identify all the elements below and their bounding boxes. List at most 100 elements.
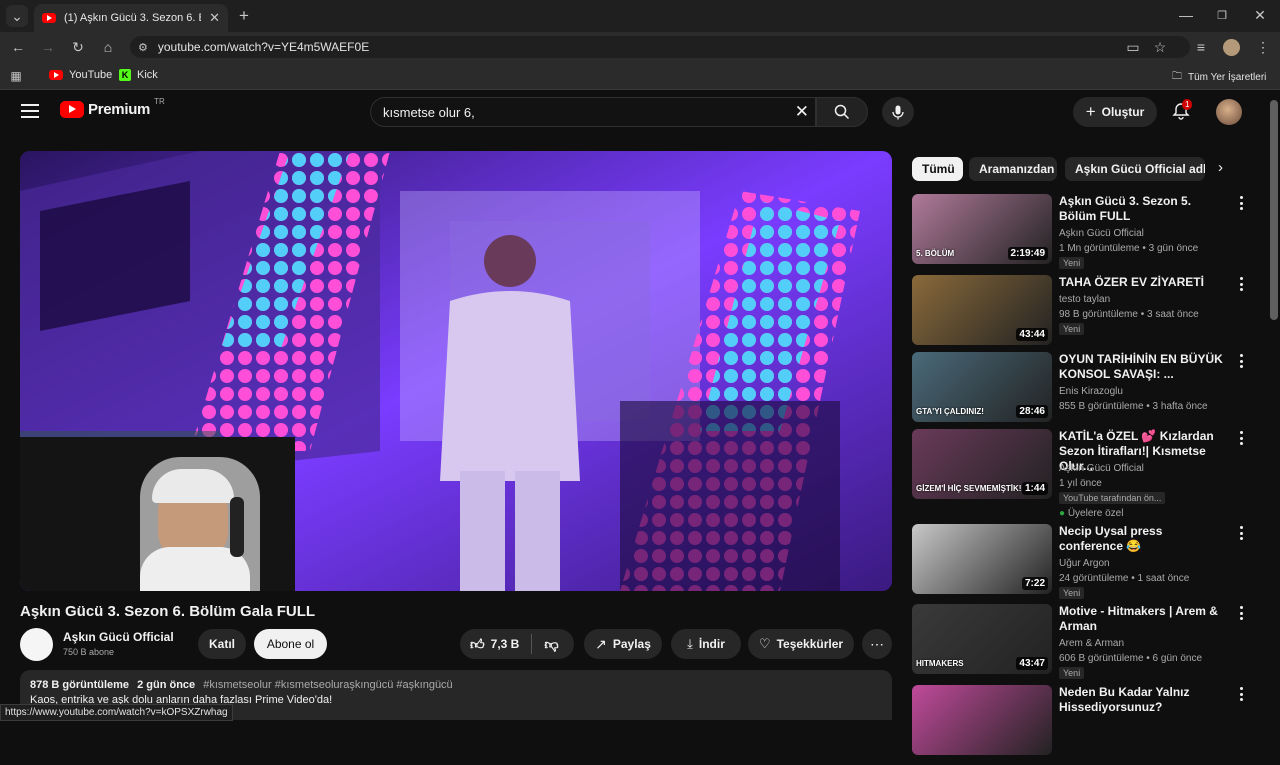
recommendation-card[interactable]: HITMAKERS 43:47 Motive - Hitmakers | Arem …	[912, 604, 1252, 684]
webcam-overlay	[20, 437, 295, 591]
recommendation-thumbnail[interactable]: GTA'YI ÇALDINIZ! 28:46	[912, 352, 1052, 422]
recommendation-thumbnail[interactable]: 7:22	[912, 524, 1052, 594]
apps-grid-icon[interactable]: ▦	[5, 65, 27, 87]
webcam-cap	[152, 469, 234, 503]
notifications-button[interactable]: 1	[1172, 99, 1193, 122]
recommendation-title[interactable]: OYUN TARİHİNİN EN BÜYÜK KONSOL SAVAŞI: .…	[1059, 352, 1229, 382]
minimize-icon[interactable]: —	[1175, 4, 1197, 26]
recommendation-title[interactable]: Aşkın Gücü 3. Sezon 5. Bölüm FULL	[1059, 194, 1229, 224]
recommendation-title[interactable]: Motive - Hitmakers | Arem & Arman	[1059, 604, 1229, 634]
thanks-button[interactable]: ♡ Teşekkürler	[748, 629, 854, 659]
bookmark-youtube[interactable]: YouTube	[49, 69, 112, 81]
maximize-icon[interactable]: ❐	[1211, 4, 1233, 26]
thanks-heart-icon: ♡	[758, 636, 771, 651]
video-title: Aşkın Gücü 3. Sezon 6. Bölüm Gala FULL	[20, 603, 316, 620]
url-field[interactable]: ⚙ youtube.com/watch?v=YE4m5WAEF0E	[130, 36, 1190, 58]
link-status-url: https://www.youtube.com/watch?v=kOPSXZrw…	[0, 704, 233, 721]
logo-region: TR	[154, 97, 165, 106]
chip-channel[interactable]: Aşkın Gücü Official adlı y	[1065, 157, 1205, 181]
members-icon: ●	[1059, 508, 1066, 519]
plus-icon: +	[1085, 102, 1096, 121]
recommendation-menu-icon[interactable]	[1236, 526, 1246, 540]
tab-close-icon[interactable]: ✕	[209, 10, 220, 26]
recommendation-card[interactable]: 43:44 TAHA ÖZER EV ZİYARETİ testo taylan 98…	[912, 275, 1252, 355]
tab-search-icon[interactable]: ⌄	[6, 5, 28, 27]
bookmark-kick[interactable]: K Kick	[119, 69, 158, 81]
back-icon[interactable]: ←	[7, 36, 29, 58]
chip-all[interactable]: Tümü	[912, 157, 963, 181]
like-button[interactable]: 👍︎ 7,3 B	[470, 636, 519, 653]
cast-icon[interactable]: ▭	[1122, 36, 1144, 58]
recommendation-channel[interactable]: Aşkın Gücü Official	[1059, 226, 1144, 241]
reload-icon[interactable]: ↻	[67, 36, 89, 58]
guide-menu-icon[interactable]	[21, 104, 39, 118]
recommendation-card[interactable]: 7:22 Necip Uysal press conference 😂 Uğur A…	[912, 524, 1252, 604]
recommendation-menu-icon[interactable]	[1236, 431, 1246, 445]
recommendation-title[interactable]: Necip Uysal press conference 😂	[1059, 524, 1229, 554]
close-window-icon[interactable]: ✕	[1249, 4, 1271, 26]
chip-next-chevron-icon[interactable]: ›	[1218, 159, 1223, 176]
all-bookmarks-button[interactable]: 🗀 Tüm Yer İşaretleri	[1172, 69, 1266, 86]
recommendation-channel[interactable]: Uğur Argon	[1059, 556, 1110, 571]
recommendation-menu-icon[interactable]	[1236, 606, 1246, 620]
recommendation-title[interactable]: TAHA ÖZER EV ZİYARETİ	[1059, 275, 1229, 290]
site-info-icon[interactable]: ⚙	[138, 41, 148, 54]
dislike-button[interactable]: 👎︎	[544, 636, 558, 653]
channel-name[interactable]: Aşkın Gücü Official	[63, 630, 174, 644]
channel-label: Aşkın Gücü Official	[1059, 463, 1144, 474]
search-input[interactable]: kısmetse olur 6, ✕	[370, 97, 816, 127]
subscribe-button[interactable]: Abone ol	[254, 629, 327, 659]
page-scrollbar-thumb[interactable]	[1270, 100, 1278, 320]
join-label: Katıl	[208, 637, 235, 651]
recommendation-channel[interactable]: Arem & Arman	[1059, 636, 1124, 651]
profile-avatar[interactable]	[1223, 39, 1240, 56]
recommendation-channel[interactable]: Aşkın Gücü Official	[1059, 461, 1144, 476]
account-avatar[interactable]	[1216, 99, 1242, 125]
webcam-microphone	[230, 497, 244, 557]
recommendation-menu-icon[interactable]	[1236, 687, 1246, 701]
search-button[interactable]	[816, 97, 868, 127]
youtube-premium-logo[interactable]: Premium TR	[60, 97, 165, 118]
notification-badge: 1	[1182, 99, 1193, 110]
recommendation-stats: 606 B görüntüleme • 6 gün önce	[1059, 653, 1203, 664]
duration-badge: 43:47	[1016, 657, 1048, 670]
download-button[interactable]: ⤓ İndir	[671, 629, 741, 659]
chip-from-search[interactable]: Aramanızdan	[969, 157, 1057, 181]
share-button[interactable]: ↗ Paylaş	[584, 629, 662, 659]
recommendation-thumbnail[interactable]: 43:44	[912, 275, 1052, 345]
like-dislike-group: 👍︎ 7,3 B 👎︎	[460, 629, 574, 659]
recommendation-channel[interactable]: Enis Kirazoglu	[1059, 384, 1123, 399]
video-player[interactable]	[20, 151, 892, 591]
channel-label: Enis Kirazoglu	[1059, 386, 1123, 397]
recommendation-card[interactable]: GTA'YI ÇALDINIZ! 28:46 OYUN TARİHİNİN EN B…	[912, 352, 1252, 432]
create-button[interactable]: + Oluştur	[1073, 97, 1157, 127]
more-actions-button[interactable]: ⋯	[862, 629, 892, 659]
recommendation-thumbnail[interactable]: GİZEM'İ HİÇ SEVMEMİŞTİK! 1:44	[912, 429, 1052, 499]
recommendation-badge: Yeni	[1059, 587, 1085, 599]
bookmark-star-icon[interactable]: ☆	[1149, 36, 1171, 58]
forward-icon[interactable]: →	[37, 36, 59, 58]
hashtags[interactable]: #kısmetseolur #kısmetseoluraşkıngücü #aş…	[203, 679, 452, 691]
recommendation-card[interactable]: GİZEM'İ HİÇ SEVMEMİŞTİK! 1:44 KATİL'a ÖZEL…	[912, 429, 1252, 519]
channel-avatar[interactable]	[20, 628, 53, 661]
voice-search-button[interactable]	[882, 97, 914, 127]
new-tab-icon[interactable]: +	[233, 5, 255, 27]
media-control-icon[interactable]: ≡	[1190, 36, 1212, 58]
recommendation-menu-icon[interactable]	[1236, 196, 1246, 210]
recommendation-menu-icon[interactable]	[1236, 277, 1246, 291]
join-button[interactable]: Katıl	[198, 629, 246, 659]
recommendation-thumbnail[interactable]: HITMAKERS 43:47	[912, 604, 1052, 674]
recommendation-channel[interactable]: testo taylan	[1059, 292, 1110, 307]
recommendation-menu-icon[interactable]	[1236, 354, 1246, 368]
clear-search-icon[interactable]: ✕	[795, 102, 809, 122]
recommendation-card[interactable]: Neden Bu Kadar Yalnız Hissediyorsunuz?	[912, 685, 1252, 765]
recommendation-thumbnail[interactable]: 5. BÖLÜM 2:19:49	[912, 194, 1052, 264]
browser-tab-active[interactable]: (1) Aşkın Gücü 3. Sezon 6. Bölüm ✕	[34, 4, 228, 32]
recommendation-card[interactable]: 5. BÖLÜM 2:19:49 Aşkın Gücü 3. Sezon 5. Bö…	[912, 194, 1252, 274]
recommendation-title[interactable]: Neden Bu Kadar Yalnız Hissediyorsunuz?	[1059, 685, 1229, 715]
download-label: İndir	[698, 637, 725, 651]
recommendation-thumbnail[interactable]	[912, 685, 1052, 755]
home-icon[interactable]: ⌂	[97, 36, 119, 58]
microphone-icon	[892, 105, 904, 119]
browser-menu-icon[interactable]: ⋮	[1252, 36, 1274, 58]
